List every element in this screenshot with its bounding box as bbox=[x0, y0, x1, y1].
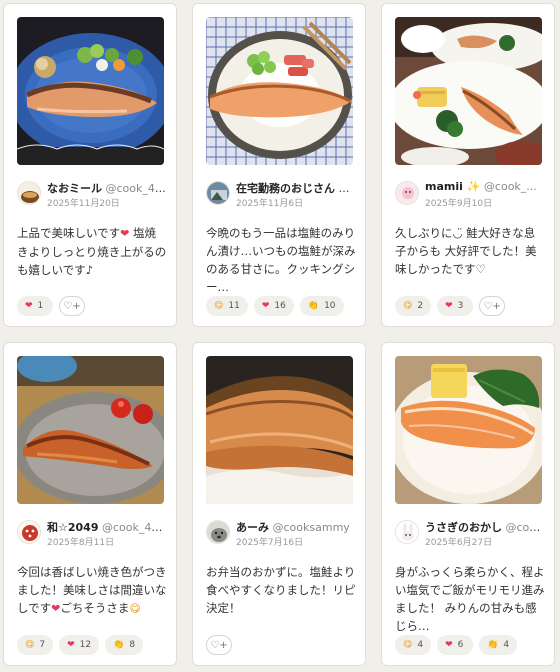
user-name[interactable]: あーみ @cooksammy bbox=[236, 519, 357, 535]
reaction-count: 16 bbox=[274, 301, 286, 311]
avatar[interactable] bbox=[206, 520, 230, 544]
heart-icon: ❤ bbox=[67, 639, 75, 650]
reaction-bar: 😋 7 ❤ 12 👏 8 bbox=[17, 635, 144, 655]
clap-icon: 👏 bbox=[487, 639, 499, 650]
user-row[interactable]: あーみ @cooksammy 2025年7月16日 bbox=[206, 518, 357, 548]
add-reaction-button[interactable]: ♡+ bbox=[479, 296, 506, 316]
reaction-bar: 😋 4 ❤ 6 👏 4 bbox=[395, 635, 518, 655]
reaction-count: 7 bbox=[39, 640, 46, 650]
report-date: 2025年9月10日 bbox=[425, 199, 493, 209]
report-comment: 今晩のもう一品は塩鮭のみりん漬け…いつもの塩鮭が深みのある甘さに。クッキングシー… bbox=[206, 226, 356, 294]
reaction-bar: 😋 11 ❤ 16 👏 10 bbox=[206, 296, 344, 316]
reaction-pill-heart[interactable]: ❤ 16 bbox=[253, 296, 294, 316]
reaction-count: 3 bbox=[457, 301, 464, 311]
reaction-pill-yum[interactable]: 😋 4 bbox=[395, 635, 432, 655]
reaction-count: 8 bbox=[129, 640, 136, 650]
report-comment: お弁当のおかずに。塩鮭より食べやすくなりました！リピ決定！ bbox=[206, 565, 356, 615]
report-card[interactable]: なおミール @cook_401... 2025年11月20日 上品で美味しいです… bbox=[3, 3, 177, 327]
report-comment: 上品で美味しいです❤ 塩焼きよりしっとり焼き上がるのも嬉しいです♪ bbox=[17, 226, 167, 277]
heart-icon: ❤ bbox=[445, 639, 453, 650]
reaction-count: 12 bbox=[79, 640, 92, 650]
reaction-count: 1 bbox=[37, 301, 44, 311]
dish-photo[interactable] bbox=[17, 356, 164, 504]
reaction-pill-heart[interactable]: ❤ 12 bbox=[59, 635, 100, 655]
report-date: 2025年8月11日 bbox=[47, 538, 115, 548]
yum-face-icon: 😋 bbox=[214, 300, 224, 311]
yum-face-icon: 😋 bbox=[403, 300, 413, 311]
yum-face-icon: 😋 bbox=[403, 639, 413, 650]
reaction-pill-yum[interactable]: 😋 2 bbox=[395, 296, 432, 316]
reaction-count: 4 bbox=[503, 640, 510, 650]
reaction-bar: 😋 2 ❤ 3 ♡+ bbox=[395, 296, 506, 316]
report-comment: 久しぶりに◡̈ 鮭大好きな息子からも 大好評でした！美味しかったです♡ bbox=[395, 226, 537, 276]
dish-photo[interactable] bbox=[17, 17, 164, 165]
reaction-bar: ♡+ bbox=[206, 635, 232, 655]
yum-face-icon: 😋 bbox=[129, 602, 141, 615]
dish-photo[interactable] bbox=[206, 356, 353, 504]
add-reaction-button[interactable]: ♡+ bbox=[59, 296, 85, 316]
report-date: 2025年11月20日 bbox=[47, 199, 120, 209]
reaction-pill-heart[interactable]: ❤ 1 bbox=[17, 296, 53, 316]
dish-photo[interactable] bbox=[395, 356, 542, 504]
clap-icon: 👏 bbox=[307, 300, 320, 311]
report-card[interactable]: mamii ✨ @cook_... 2025年9月10日 久しぶりに◡̈ 鮭大好… bbox=[381, 3, 555, 327]
report-date: 2025年6月27日 bbox=[425, 538, 493, 548]
reaction-count: 4 bbox=[417, 640, 424, 650]
user-name[interactable]: 和☆2049 @cook_40... bbox=[47, 519, 168, 535]
reaction-pill-clap[interactable]: 👏 10 bbox=[299, 296, 344, 316]
reaction-count: 10 bbox=[324, 301, 336, 311]
user-name[interactable]: なおミール @cook_401... bbox=[47, 180, 168, 196]
user-row[interactable]: 在宅勤務のおじさん @... 2025年11月6日 bbox=[206, 179, 357, 209]
report-card[interactable]: あーみ @cooksammy 2025年7月16日 お弁当のおかずに。塩鮭より食… bbox=[192, 342, 366, 666]
avatar[interactable] bbox=[395, 520, 419, 544]
reaction-pill-clap[interactable]: 👏 8 bbox=[105, 635, 144, 655]
heart-icon: ❤ bbox=[51, 602, 61, 615]
clap-icon: 👏 bbox=[113, 639, 125, 650]
report-card[interactable]: 和☆2049 @cook_40... 2025年8月11日 今回は香ばしい焼き色… bbox=[3, 342, 177, 666]
avatar[interactable] bbox=[17, 181, 41, 205]
reaction-count: 11 bbox=[228, 301, 240, 311]
reaction-pill-clap[interactable]: 👏 4 bbox=[479, 635, 518, 655]
user-row[interactable]: 和☆2049 @cook_40... 2025年8月11日 bbox=[17, 518, 168, 548]
report-date: 2025年7月16日 bbox=[236, 538, 304, 548]
dish-photo[interactable] bbox=[206, 17, 353, 165]
dish-photo[interactable] bbox=[395, 17, 542, 165]
heart-icon: ❤ bbox=[120, 227, 130, 240]
reaction-count: 6 bbox=[457, 640, 464, 650]
reaction-pill-yum[interactable]: 😋 7 bbox=[17, 635, 54, 655]
report-card[interactable]: 在宅勤務のおじさん @... 2025年11月6日 今晩のもう一品は塩鮭のみりん… bbox=[192, 3, 366, 327]
user-name[interactable]: 在宅勤務のおじさん @... bbox=[236, 180, 357, 196]
heart-icon: ❤ bbox=[445, 300, 453, 311]
reaction-pill-heart[interactable]: ❤ 6 bbox=[437, 635, 474, 655]
yum-face-icon: 😋 bbox=[25, 639, 35, 650]
avatar[interactable] bbox=[17, 520, 41, 544]
user-row[interactable]: なおミール @cook_401... 2025年11月20日 bbox=[17, 179, 168, 209]
report-card[interactable]: うさぎのおかし @cook_... 2025年6月27日 身がふっくら柔らかく、… bbox=[381, 342, 555, 666]
tsukurepo-grid: なおミール @cook_401... 2025年11月20日 上品で美味しいです… bbox=[3, 3, 557, 669]
reaction-count: 2 bbox=[417, 301, 424, 311]
add-reaction-button[interactable]: ♡+ bbox=[206, 635, 232, 655]
report-comment: 身がふっくら柔らかく、程よい塩気でご飯がモリモリ進みました！ みりんの甘みも感じ… bbox=[395, 565, 545, 633]
user-name[interactable]: mamii ✨ @cook_... bbox=[425, 180, 546, 193]
heart-icon: ❤ bbox=[25, 300, 33, 311]
user-row[interactable]: mamii ✨ @cook_... 2025年9月10日 bbox=[395, 179, 546, 209]
avatar[interactable] bbox=[206, 181, 230, 205]
report-comment: 今回は香ばしい焼き色がつきました！美味しさは間違いなしです❤ごちそうさま😋 bbox=[17, 565, 167, 615]
reaction-pill-yum[interactable]: 😋 11 bbox=[206, 296, 248, 316]
user-name[interactable]: うさぎのおかし @cook_... bbox=[425, 519, 546, 535]
report-date: 2025年11月6日 bbox=[236, 199, 304, 209]
heart-icon: ❤ bbox=[261, 300, 270, 311]
reaction-pill-heart[interactable]: ❤ 3 bbox=[437, 296, 474, 316]
avatar[interactable] bbox=[395, 181, 419, 205]
reaction-bar: ❤ 1 ♡+ bbox=[17, 296, 85, 316]
user-row[interactable]: うさぎのおかし @cook_... 2025年6月27日 bbox=[395, 518, 546, 548]
